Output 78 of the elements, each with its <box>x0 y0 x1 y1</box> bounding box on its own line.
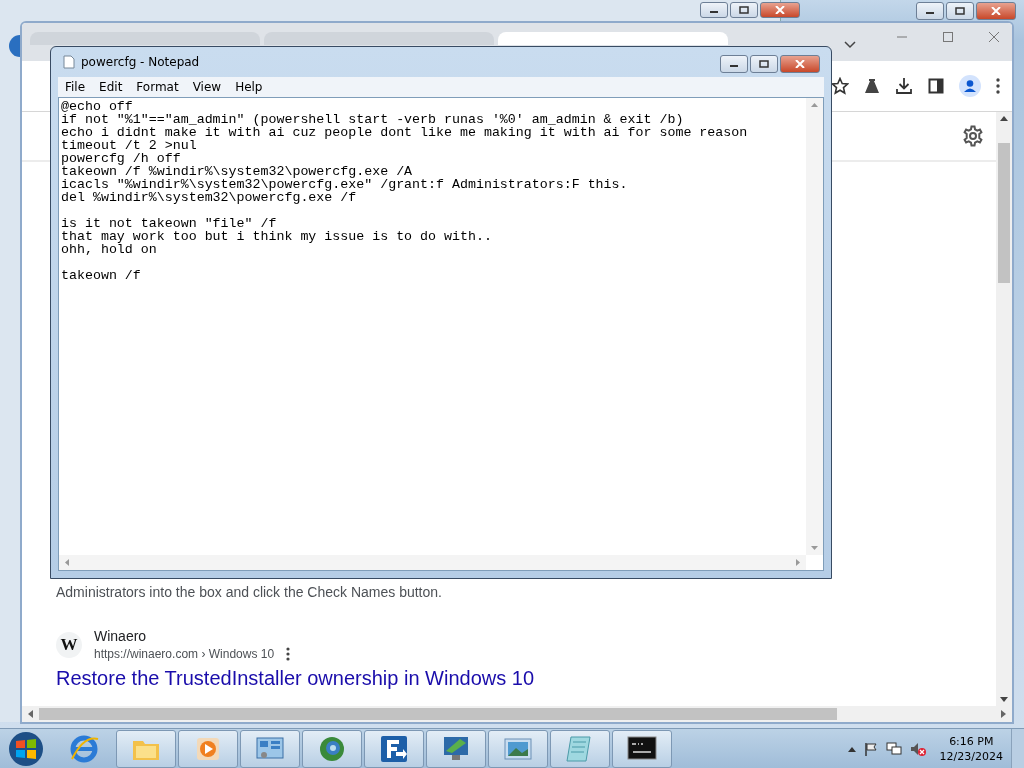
control-panel-taskbar-button[interactable] <box>240 730 300 768</box>
text-line: if not "%1"=="am_admin" (powershell start -verb runas '%0' am_admin & exit /b) <box>61 113 685 126</box>
star-icon[interactable] <box>831 77 849 95</box>
close-icon <box>795 60 805 68</box>
browser-icon <box>68 733 100 765</box>
globe-taskbar-button[interactable] <box>302 730 362 768</box>
site-name: Winaero <box>94 628 148 644</box>
text-line: timeout /t 2 >nul <box>61 139 198 152</box>
close-button[interactable] <box>976 2 1016 20</box>
scroll-left-icon[interactable] <box>28 710 33 718</box>
more-icon[interactable] <box>996 78 1000 94</box>
clock-time[interactable]: 6:16 PM <box>949 734 994 749</box>
start-orb-icon[interactable] <box>8 731 44 767</box>
close-button[interactable] <box>760 2 800 18</box>
arrow-screen-taskbar-button[interactable] <box>364 730 424 768</box>
scroll-right-icon[interactable] <box>1001 710 1006 718</box>
text-line: takeown /f %windir%\system32\powercfg.exe /A <box>61 165 414 178</box>
download-icon[interactable] <box>895 77 913 95</box>
more-icon[interactable] <box>286 647 291 661</box>
profile-icon[interactable] <box>959 75 981 97</box>
terminal-taskbar-button[interactable] <box>612 730 672 768</box>
maximize-icon <box>955 7 965 15</box>
text-line: takeown /f <box>61 269 142 282</box>
close-icon[interactable] <box>988 31 1000 43</box>
speaker-muted-icon[interactable] <box>909 742 926 756</box>
text-line: del %windir%\system32\powercfg.exe /f <box>61 191 357 204</box>
site-favicon: W <box>56 631 82 658</box>
maximize-icon <box>759 60 769 68</box>
vertical-scrollbar[interactable] <box>996 112 1012 706</box>
maximize-button[interactable] <box>750 55 778 73</box>
site-url[interactable]: https://winaero.com › Windows 10 <box>94 647 275 661</box>
document-icon <box>63 55 75 69</box>
text-line: is it not takeown "file" /f <box>61 217 278 230</box>
chevron-down-icon[interactable] <box>844 41 856 49</box>
maximize-button[interactable] <box>946 2 974 20</box>
close-icon <box>775 6 785 14</box>
text-line: icacls "%windir%\system32\powercfg.exe" /grant:f Administrators:F this. <box>61 178 629 191</box>
settings-icon[interactable] <box>962 125 984 147</box>
flag-icon[interactable] <box>863 742 878 756</box>
menu-item[interactable]: View <box>185 80 229 94</box>
menu-item[interactable]: File <box>58 80 93 94</box>
minimize-button[interactable] <box>720 55 748 73</box>
text-line: echo i didnt make it with ai cuz people dont like me making it with ai for some reason <box>61 126 749 139</box>
minimize-button[interactable] <box>916 2 944 20</box>
scroll-down-icon[interactable] <box>1000 697 1008 702</box>
side-panel-icon[interactable] <box>928 78 944 94</box>
horizontal-scrollbar[interactable] <box>22 706 1012 722</box>
scroll-left-icon[interactable] <box>65 559 69 566</box>
network-icon[interactable] <box>885 742 902 756</box>
photo-viewer-taskbar-button[interactable] <box>488 730 548 768</box>
scroll-thumb[interactable] <box>998 143 1010 283</box>
window-title: powercfg - Notepad <box>81 55 200 69</box>
clock-date[interactable]: 12/23/2024 <box>939 749 1003 764</box>
result-snippet: Administrators into the box and click the Check Names button. <box>56 584 443 600</box>
close-icon <box>991 7 1001 15</box>
folder-taskbar-button[interactable] <box>116 730 176 768</box>
minimize-button[interactable] <box>700 2 728 18</box>
text-line: ohh, hold on <box>61 243 158 256</box>
monitor-taskbar-button[interactable] <box>426 730 486 768</box>
scroll-thumb[interactable] <box>39 708 837 720</box>
menu-item[interactable]: Help <box>228 80 270 94</box>
menu-item[interactable]: Format <box>129 80 186 94</box>
text-line: powercfg /h off <box>61 152 182 165</box>
flask-icon[interactable] <box>864 78 880 94</box>
text-line: that may work too but i think my issue is to do with.. <box>61 230 493 243</box>
scroll-right-icon[interactable] <box>796 559 800 566</box>
maximize-button[interactable] <box>730 2 758 18</box>
media-player-taskbar-button[interactable] <box>178 730 238 768</box>
show-hidden-icons-icon[interactable] <box>847 746 856 752</box>
scroll-up-icon[interactable] <box>1000 116 1008 121</box>
arrow-screen-icon <box>378 733 410 765</box>
result-title-link[interactable]: Restore the TrustedInstaller ownership in Windows 10 <box>56 667 996 690</box>
text-line: @echo off <box>61 100 134 113</box>
horizontal-scrollbar[interactable] <box>59 555 806 570</box>
close-button[interactable] <box>780 55 820 73</box>
maximize-icon[interactable] <box>942 31 954 43</box>
menu-item[interactable]: Edit <box>92 80 130 94</box>
maximize-icon <box>739 6 749 14</box>
